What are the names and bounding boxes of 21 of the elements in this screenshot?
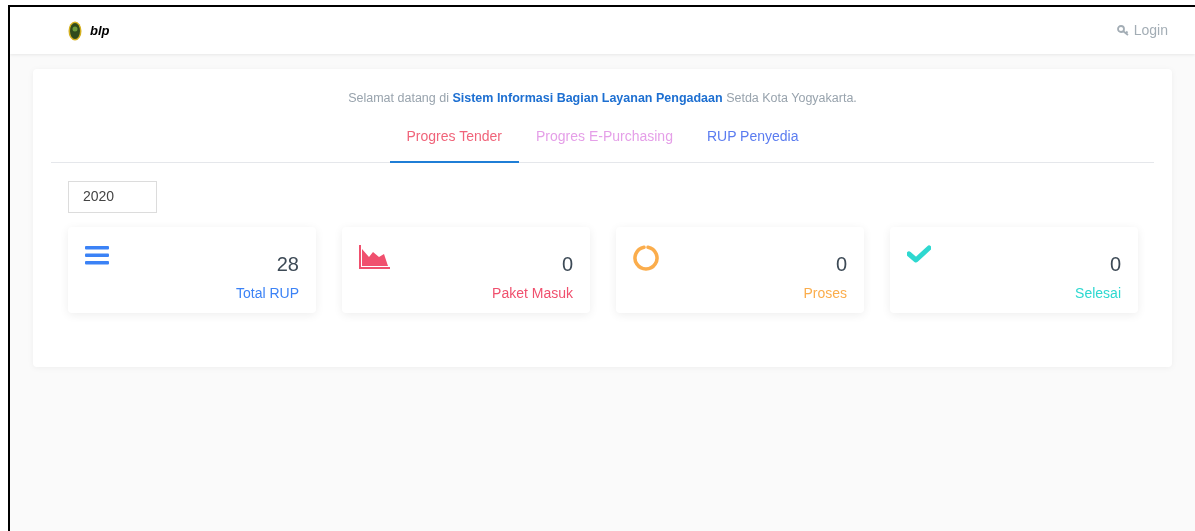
tab[interactable]: RUP Penyedia (689, 125, 816, 163)
spinner-icon (633, 244, 659, 271)
checkmark-icon (907, 244, 931, 263)
stat-value: 28 (276, 251, 299, 277)
tab[interactable]: Progres Tender (389, 125, 519, 163)
key-icon (1116, 25, 1130, 36)
stat-label: Paket Masuk (492, 283, 573, 303)
stat-label: Selesai (1075, 283, 1121, 303)
stat-label: Proses (803, 283, 847, 303)
year-field[interactable]: 2020 (68, 180, 157, 213)
brand-name[interactable]: blp (90, 20, 110, 41)
stat-value: 0 (1109, 251, 1121, 277)
stat-label: Total RUP (235, 283, 299, 303)
menu-icon (85, 244, 109, 265)
area-chart-icon (359, 244, 390, 269)
welcome-text: Selamat datang di Sistem Informasi Bagian Layanan Pengadaan Setda Kota Yogyakarta. (347, 90, 858, 107)
emblem-logo (68, 20, 82, 41)
tab[interactable]: Progres E-Purchasing (518, 125, 690, 163)
stat-value: 0 (561, 251, 573, 277)
stat-value: 0 (835, 251, 847, 277)
login-link[interactable]: Login (1116, 20, 1168, 41)
